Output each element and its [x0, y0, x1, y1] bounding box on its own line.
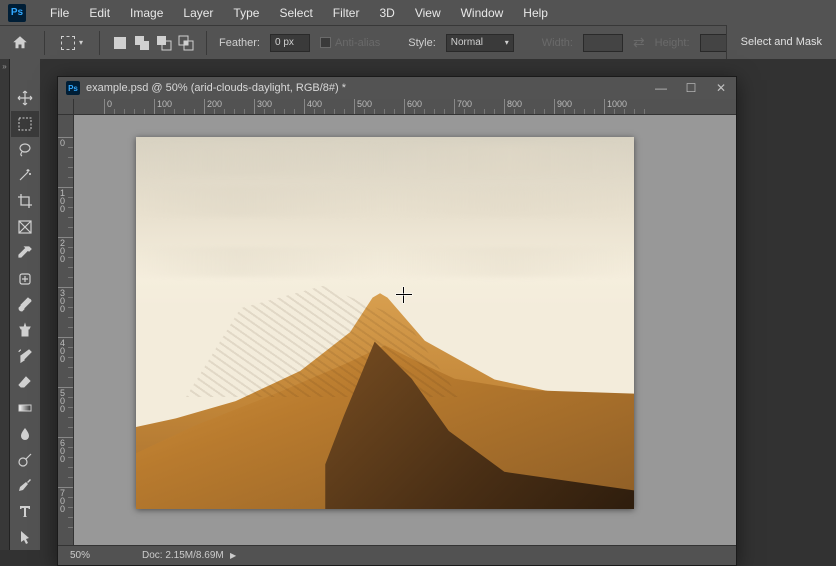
swap-dimensions-icon: ⇄ [633, 34, 645, 51]
ruler-horizontal[interactable]: 01002003004005006007008009001000 [74, 99, 736, 115]
document-icon: Ps [66, 81, 80, 95]
feather-label: Feather: [219, 37, 260, 49]
dodge-tool[interactable] [11, 447, 39, 473]
document-titlebar[interactable]: Ps example.psd @ 50% (arid-clouds-daylig… [58, 77, 736, 99]
document-window: Ps example.psd @ 50% (arid-clouds-daylig… [57, 76, 737, 566]
expand-toolbar-strip[interactable]: » [0, 59, 10, 550]
selection-new-icon[interactable] [112, 35, 128, 51]
blur-tool[interactable] [11, 421, 39, 447]
ruler-origin[interactable] [58, 99, 74, 115]
antialias-checkbox [320, 37, 331, 48]
rect-marquee-tool[interactable] [11, 111, 39, 137]
marquee-shape-dropdown[interactable]: ▾ [57, 34, 87, 52]
canvas-area[interactable] [74, 115, 736, 545]
width-label: Width: [542, 37, 573, 49]
lasso-tool[interactable] [11, 137, 39, 163]
history-brush-tool[interactable] [11, 343, 39, 369]
height-label: Height: [655, 37, 690, 49]
crop-tool[interactable] [11, 188, 39, 214]
select-and-mask-button[interactable]: Select and Mask [726, 25, 836, 59]
style-select[interactable]: Normal▾ [446, 34, 514, 52]
feather-input[interactable]: 0 px [270, 34, 310, 52]
document-title: example.psd @ 50% (arid-clouds-daylight,… [86, 82, 346, 94]
menu-filter[interactable]: Filter [323, 2, 370, 24]
menu-select[interactable]: Select [269, 2, 322, 24]
maximize-button[interactable]: ☐ [676, 77, 706, 99]
menubar: Ps FileEditImageLayerTypeSelectFilter3DV… [0, 0, 836, 25]
menu-file[interactable]: File [40, 2, 79, 24]
status-bar: 50% Doc: 2.15M/8.69M ▶ [58, 545, 736, 565]
eraser-tool[interactable] [11, 369, 39, 395]
move-tool[interactable] [11, 85, 39, 111]
antialias-label: Anti-alias [335, 37, 380, 49]
eyedropper-tool[interactable] [11, 240, 39, 266]
canvas[interactable] [136, 137, 634, 509]
minimize-button[interactable]: — [646, 77, 676, 99]
clone-stamp-tool[interactable] [11, 317, 39, 343]
brush-tool[interactable] [11, 292, 39, 318]
gradient-tool[interactable] [11, 395, 39, 421]
selection-subtract-icon[interactable] [156, 35, 172, 51]
menu-3d[interactable]: 3D [369, 2, 404, 24]
selection-intersect-icon[interactable] [178, 35, 194, 51]
selection-mode-group [112, 35, 194, 51]
close-button[interactable]: ✕ [706, 77, 736, 99]
ruler-vertical[interactable]: 0100200300400500600700 [58, 115, 74, 545]
menu-help[interactable]: Help [513, 2, 558, 24]
menu-edit[interactable]: Edit [79, 2, 120, 24]
magic-wand-tool[interactable] [11, 162, 39, 188]
menu-window[interactable]: Window [451, 2, 514, 24]
chevron-right-icon: ▶ [228, 551, 236, 560]
zoom-level[interactable]: 50% [58, 550, 118, 561]
healing-brush-tool[interactable] [11, 266, 39, 292]
style-label: Style: [408, 37, 436, 49]
pen-tool[interactable] [11, 472, 39, 498]
workspace: Ps example.psd @ 50% (arid-clouds-daylig… [40, 59, 836, 550]
menu-layer[interactable]: Layer [173, 2, 223, 24]
doc-info[interactable]: Doc: 2.15M/8.69M ▶ [118, 550, 236, 561]
home-icon[interactable] [8, 31, 32, 55]
expand-chevron-icon: » [2, 62, 6, 71]
options-bar: ▾ Feather: 0 px Anti-alias Style: Normal… [0, 25, 836, 59]
frame-tool[interactable] [11, 214, 39, 240]
menu-type[interactable]: Type [223, 2, 269, 24]
menu-view[interactable]: View [405, 2, 451, 24]
menu-image[interactable]: Image [120, 2, 173, 24]
tools-panel [10, 59, 40, 550]
path-select-tool[interactable] [11, 524, 39, 550]
app-logo: Ps [8, 4, 26, 22]
type-tool[interactable] [11, 498, 39, 524]
selection-add-icon[interactable] [134, 35, 150, 51]
width-input [583, 34, 623, 52]
